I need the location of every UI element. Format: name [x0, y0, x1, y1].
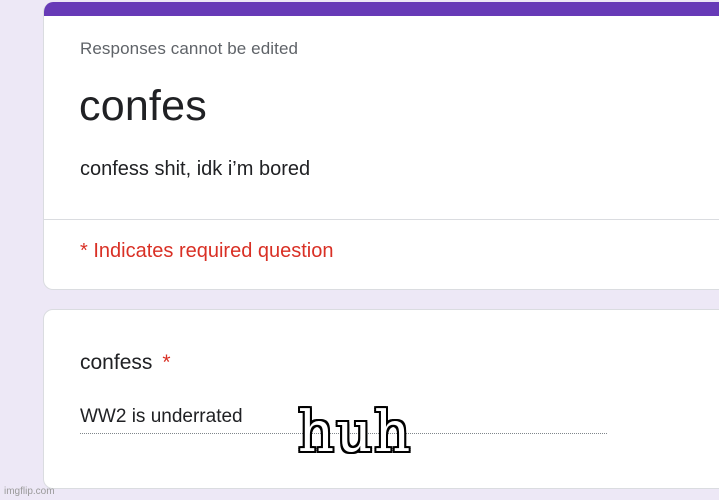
- accent-bar: [44, 2, 719, 16]
- required-marker: *: [162, 351, 171, 374]
- form-header-card: Responses cannot be edited confes confes…: [43, 2, 719, 290]
- responses-notice: Responses cannot be edited: [80, 39, 299, 58]
- question-title: confess *: [80, 351, 171, 375]
- form-description: confess shit, idk i’m bored: [80, 158, 311, 180]
- question-label: confess: [80, 351, 153, 374]
- meme-caption: huh: [298, 400, 413, 465]
- form-title: confes: [79, 82, 207, 130]
- required-note: * Indicates required question: [80, 240, 334, 262]
- watermark: imgflip.com: [4, 486, 55, 497]
- divider: [44, 219, 719, 220]
